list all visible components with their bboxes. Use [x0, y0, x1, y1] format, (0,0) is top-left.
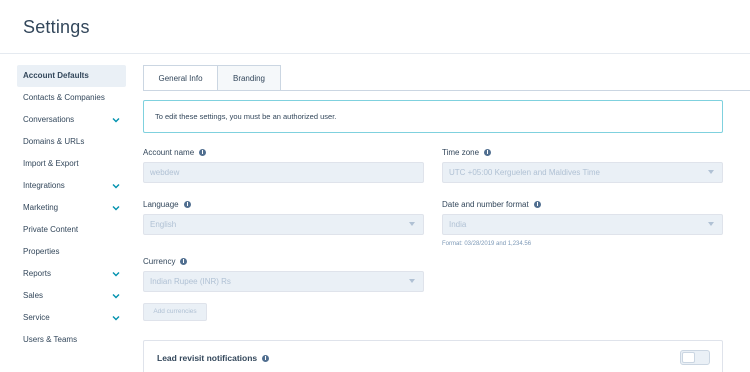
toggle-knob	[682, 352, 695, 363]
lead-revisit-toggle[interactable]	[680, 350, 710, 365]
sidebar-item-label: Service	[23, 313, 50, 322]
currency-select[interactable]: Indian Rupee (INR) Rs	[143, 271, 424, 292]
tab-branding[interactable]: Branding	[217, 65, 281, 91]
caret-down-icon	[409, 279, 415, 283]
page-title: Settings	[23, 17, 90, 37]
sidebar-item-label: Integrations	[23, 181, 65, 190]
sidebar-item-reports[interactable]: Reports	[17, 263, 126, 285]
chevron-down-icon[interactable]	[112, 292, 120, 300]
account-name-label: Account name	[143, 148, 207, 157]
sidebar-item-label: Domains & URLs	[23, 137, 85, 146]
sidebar-item-private-content[interactable]: Private Content	[17, 219, 126, 241]
tab-general-info[interactable]: General Info	[143, 65, 218, 91]
chevron-down-icon[interactable]	[112, 116, 120, 124]
chevron-down-icon[interactable]	[112, 314, 120, 322]
date-format-hint: Format: 03/28/2019 and 1,234.56	[442, 241, 532, 247]
time-zone-label: Time zone	[442, 148, 492, 157]
caret-down-icon	[708, 170, 714, 174]
sidebar-item-label: Import & Export	[23, 159, 79, 168]
add-currencies-button[interactable]: Add currencies	[143, 303, 207, 321]
date-format-select[interactable]: India	[442, 214, 723, 235]
info-icon[interactable]	[183, 201, 191, 208]
sidebar-item-label: Reports	[23, 269, 52, 278]
sidebar-item-users-teams[interactable]: Users & Teams	[17, 329, 126, 351]
sidebar-item-service[interactable]: Service	[17, 307, 126, 329]
sidebar-item-label: Account Defaults	[23, 71, 89, 80]
chevron-down-icon[interactable]	[112, 270, 120, 278]
sidebar-item-label: Private Content	[23, 225, 79, 234]
sidebar-item-import-export[interactable]: Import & Export	[17, 153, 126, 175]
account-name-field[interactable]: webdew	[143, 162, 424, 183]
sidebar-item-properties[interactable]: Properties	[17, 241, 126, 263]
info-icon[interactable]	[533, 201, 541, 208]
sidebar-item-account-defaults[interactable]: Account Defaults	[17, 65, 126, 87]
sidebar-item-domains-urls[interactable]: Domains & URLs	[17, 131, 126, 153]
sidebar-item-label: Contacts & Companies	[23, 93, 105, 102]
date-format-label: Date and number format	[442, 200, 541, 209]
caret-down-icon	[409, 222, 415, 226]
sidebar-item-sales[interactable]: Sales	[17, 285, 126, 307]
sidebar-item-marketing[interactable]: Marketing	[17, 197, 126, 219]
sidebar-item-label: Users & Teams	[23, 335, 78, 344]
sidebar-item-label: Sales	[23, 291, 44, 300]
page-header: Settings	[0, 0, 750, 54]
sidebar-item-integrations[interactable]: Integrations	[17, 175, 126, 197]
sidebar-item-label: Properties	[23, 247, 60, 256]
chevron-down-icon[interactable]	[112, 204, 120, 212]
settings-sidebar: Account Defaults Contacts & Companies Co…	[17, 65, 126, 351]
language-label: Language	[143, 200, 191, 209]
chevron-down-icon[interactable]	[112, 182, 120, 190]
sidebar-item-contacts-companies[interactable]: Contacts & Companies	[17, 87, 126, 109]
sidebar-item-label: Marketing	[23, 203, 59, 212]
info-icon[interactable]	[199, 149, 207, 156]
info-icon[interactable]	[180, 258, 188, 265]
time-zone-select[interactable]: UTC +05:00 Kerguelen and Maldives Time	[442, 162, 723, 183]
currency-label: Currency	[143, 257, 188, 266]
authorization-notice: To edit these settings, you must be an a…	[143, 100, 723, 133]
caret-down-icon	[708, 222, 714, 226]
sidebar-item-conversations[interactable]: Conversations	[17, 109, 126, 131]
lead-revisit-section: Lead revisit notifications	[143, 340, 723, 372]
info-icon[interactable]	[484, 149, 492, 156]
info-icon[interactable]	[262, 354, 270, 362]
tab-divider	[143, 90, 750, 91]
sidebar-item-label: Conversations	[23, 115, 75, 124]
lead-revisit-label: Lead revisit notifications	[157, 353, 270, 363]
language-select[interactable]: English	[143, 214, 424, 235]
